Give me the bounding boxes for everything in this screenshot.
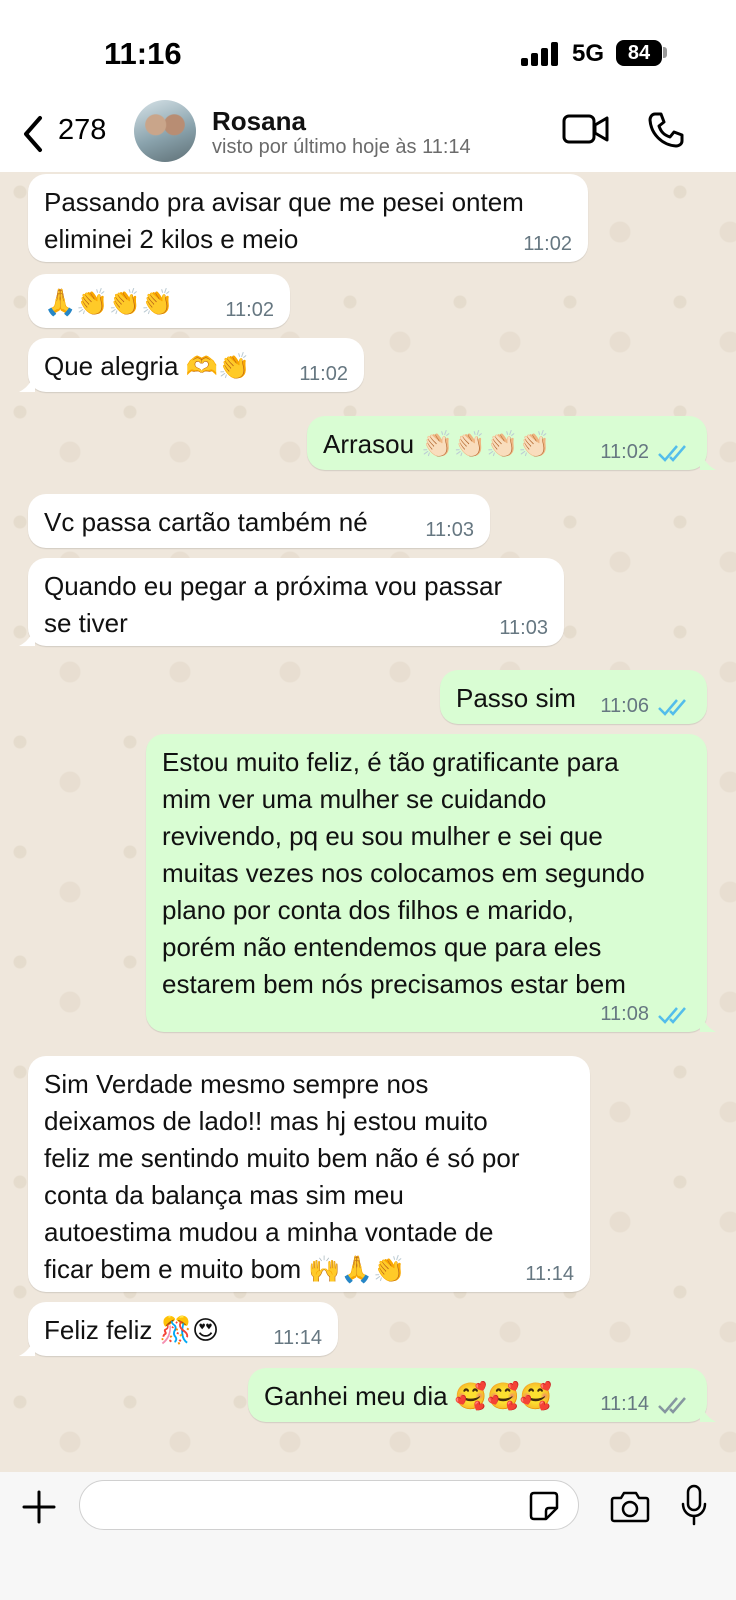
message-input[interactable] (79, 1480, 579, 1530)
unread-count[interactable]: 278 (58, 114, 106, 147)
message-bubble[interactable]: Passo sim 11:06 (440, 670, 707, 724)
sticker-icon[interactable] (528, 1490, 560, 1522)
message-time: 11:02 (299, 363, 348, 385)
video-call-icon[interactable] (562, 112, 610, 146)
message-time: 11:14 (600, 1393, 649, 1415)
delivered-receipt-icon (658, 1397, 686, 1414)
message-time: 11:06 (600, 695, 649, 717)
message-time: 11:02 (523, 233, 572, 255)
message-bubble[interactable]: Estou muito feliz, é tão gratificante pa… (146, 734, 716, 1032)
contact-name[interactable]: Rosana (212, 106, 306, 137)
bubble-tail (19, 374, 35, 392)
battery-icon: 84 (616, 40, 662, 66)
message-bubble[interactable]: 🙏👏👏👏 11:02 (28, 274, 290, 328)
message-time: 11:03 (499, 617, 548, 639)
message-bubble[interactable]: Feliz feliz 🎊😍 11:14 (19, 1302, 338, 1356)
voice-call-icon[interactable] (646, 110, 686, 150)
bubble-tail (700, 452, 716, 470)
message-time: 11:03 (425, 519, 474, 541)
contact-status: visto por último hoje às 11:14 (212, 136, 471, 158)
message-bubble[interactable]: Arrasou 👏🏻👏🏻👏🏻👏🏻 11:02 (307, 416, 716, 470)
message-text: Passo sim (456, 683, 576, 713)
message-time: 11:02 (225, 299, 274, 321)
composer-bar (0, 1472, 736, 1600)
bubble-tail (19, 628, 35, 646)
plus-icon[interactable] (22, 1490, 56, 1524)
message-time: 11:02 (600, 441, 649, 463)
chat-header: 278 Rosana visto por último hoje às 11:1… (0, 100, 736, 172)
message-bubble[interactable]: Ganhei meu dia 🥰🥰🥰 11:14 (248, 1368, 716, 1422)
message-text: Sim Verdade mesmo sempre nos deixamos de… (44, 1069, 520, 1284)
message-text: Quando eu pegar a próxima vou passar se … (44, 571, 503, 638)
microphone-icon[interactable] (680, 1484, 708, 1526)
message-list: Passando pra avisar que me pesei ontem e… (0, 172, 736, 1472)
message-time: 11:14 (273, 1327, 322, 1349)
status-bar: 11:16 5G 84 (0, 0, 736, 100)
bubble-tail (19, 1338, 35, 1356)
read-receipt-icon (658, 445, 686, 462)
back-icon[interactable] (22, 114, 46, 154)
message-time: 11:08 (600, 1003, 649, 1025)
network-label: 5G (572, 40, 605, 67)
signal-icon (521, 42, 561, 66)
avatar[interactable] (134, 100, 196, 162)
read-receipt-icon (658, 699, 686, 716)
bubble-tail (700, 1404, 716, 1422)
read-receipt-icon (658, 1007, 686, 1024)
message-time: 11:14 (525, 1263, 574, 1285)
message-text: Vc passa cartão também né (44, 507, 368, 537)
bubble-tail (700, 1014, 716, 1032)
camera-icon[interactable] (610, 1488, 650, 1524)
message-text: Passando pra avisar que me pesei ontem e… (44, 187, 524, 254)
message-bubble[interactable]: Passando pra avisar que me pesei ontem e… (28, 174, 588, 262)
message-bubble[interactable]: Vc passa cartão também né 11:03 (28, 494, 490, 548)
message-bubble[interactable]: Que alegria 🫶👏 11:02 (19, 338, 364, 392)
message-text: Estou muito feliz, é tão gratificante pa… (162, 747, 645, 999)
message-bubble[interactable]: Sim Verdade mesmo sempre nos deixamos de… (28, 1056, 590, 1292)
battery-tip (663, 47, 667, 58)
message-bubble[interactable]: Quando eu pegar a próxima vou passar se … (19, 558, 564, 646)
status-time: 11:16 (104, 36, 182, 71)
